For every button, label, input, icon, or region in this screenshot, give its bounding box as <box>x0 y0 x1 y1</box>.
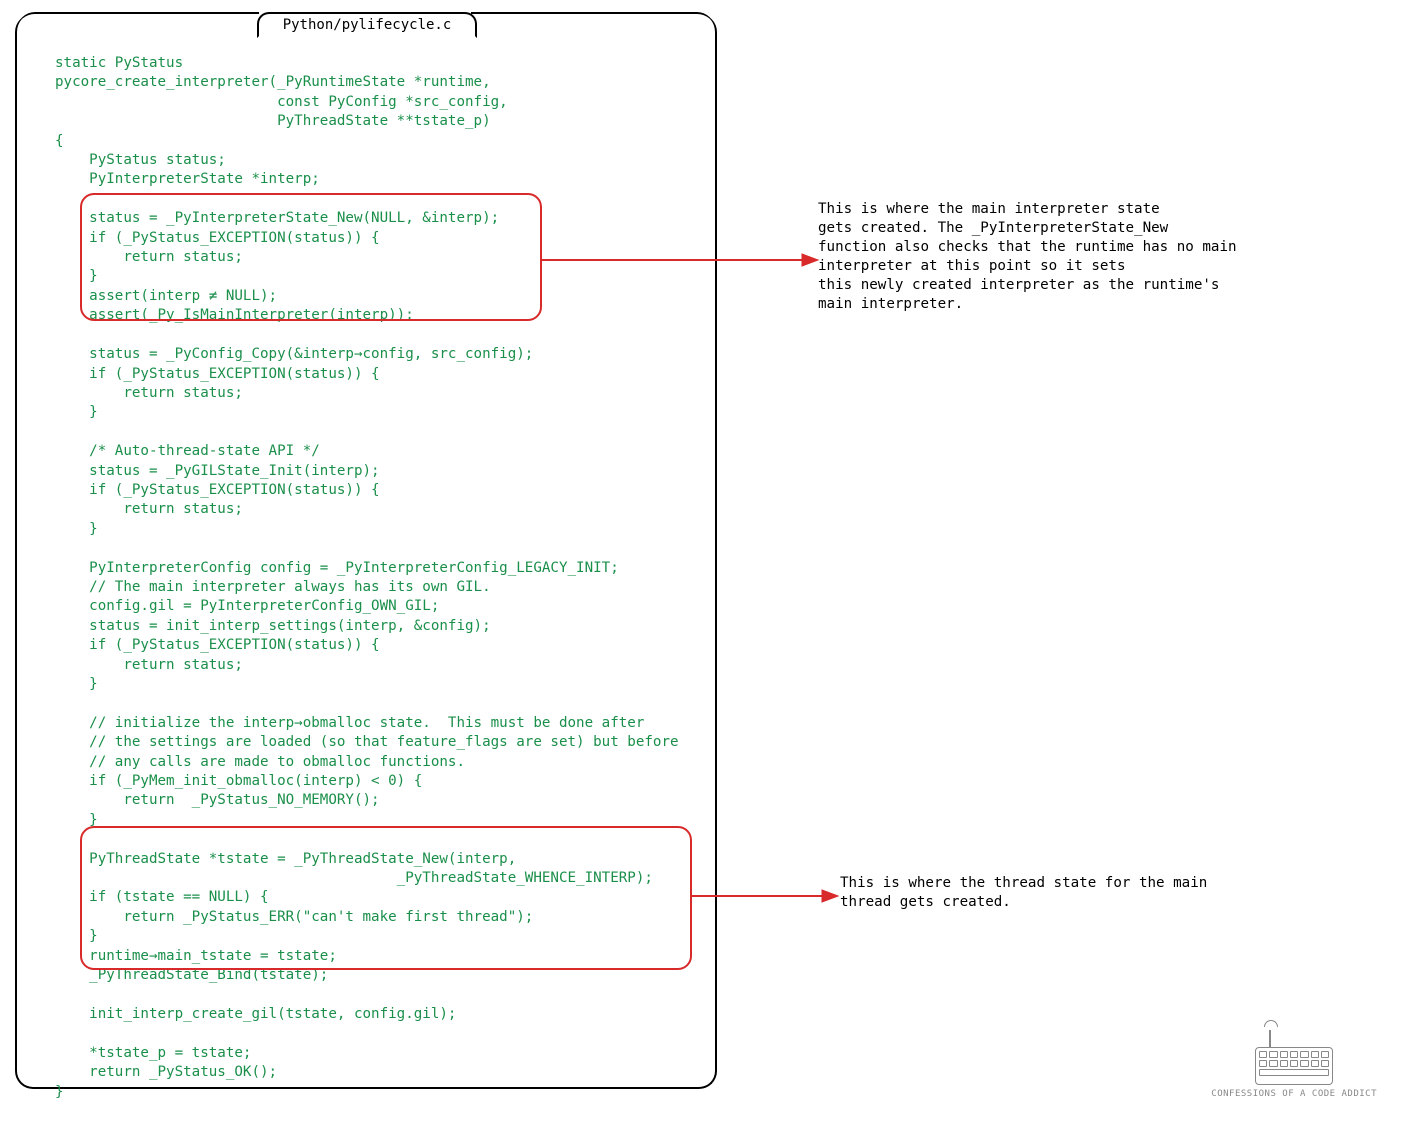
antenna-icon <box>1269 1030 1271 1048</box>
logo-caption: CONFESSIONS OF A CODE ADDICT <box>1211 1089 1377 1099</box>
annotation-2: This is where the thread state for the m… <box>840 874 1320 912</box>
filename-tab: Python/pylifecycle.c <box>257 12 477 38</box>
box-border-right <box>471 12 715 30</box>
watermark-logo: CONFESSIONS OF A CODE ADDICT <box>1211 1030 1377 1099</box>
arrow-2 <box>692 884 842 914</box>
box-border-left <box>17 12 259 30</box>
highlight-box-1 <box>80 193 542 321</box>
annotation-1: This is where the main interpreter state… <box>818 200 1408 314</box>
keyboard-icon <box>1255 1047 1333 1085</box>
highlight-box-2 <box>80 826 692 970</box>
arrow-1 <box>542 248 822 278</box>
